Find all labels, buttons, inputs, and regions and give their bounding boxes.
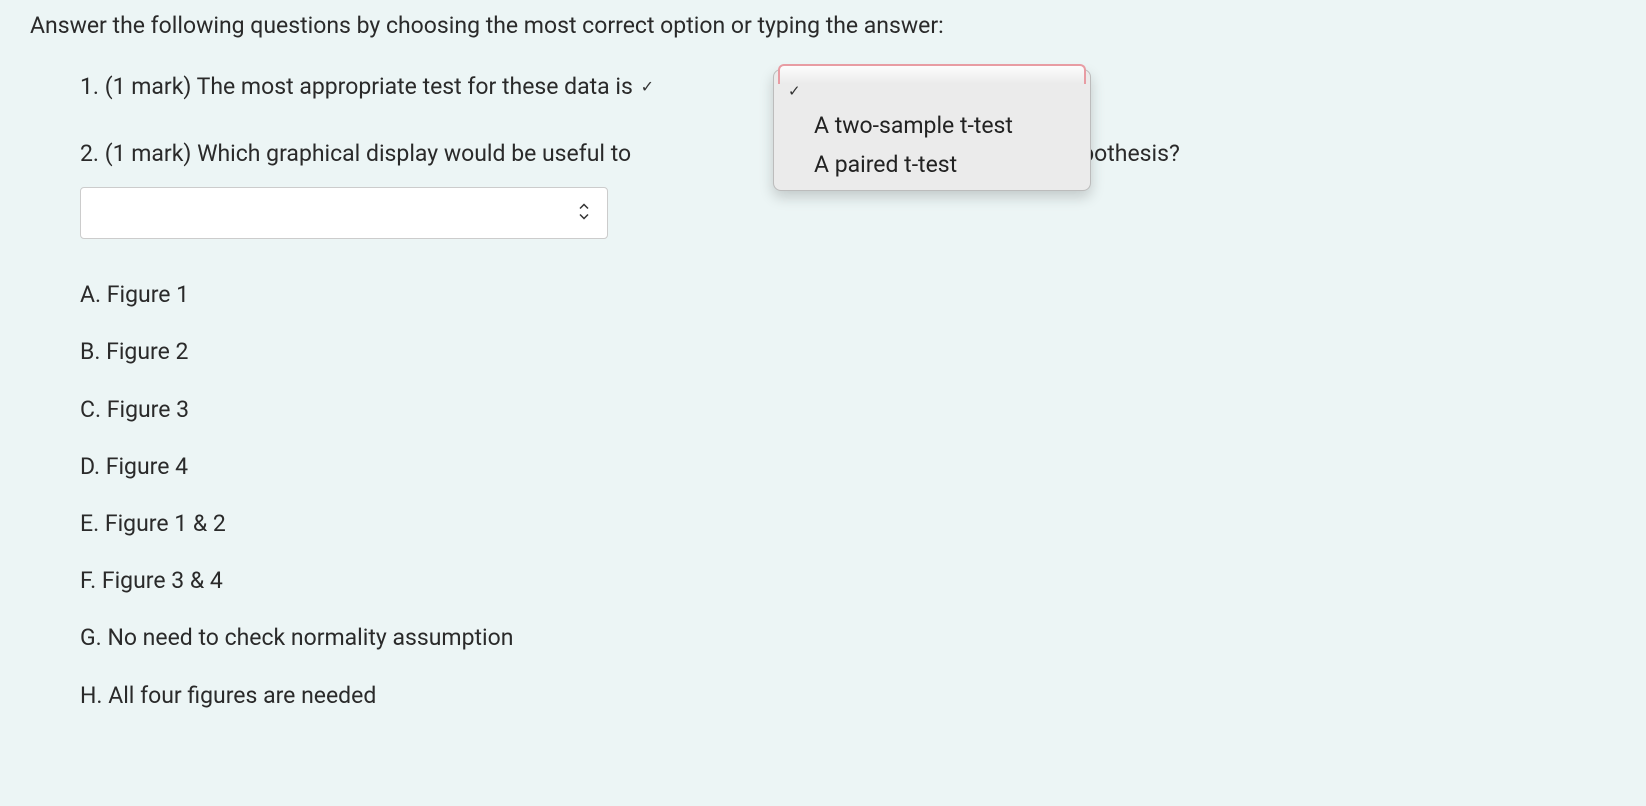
option-letter: A. [80,281,101,308]
option-letter: G. [80,624,102,651]
option-text: No need to check normality assumption [107,624,513,651]
option-letter: D. [80,453,100,480]
option-text: Figure 3 & 4 [102,567,223,594]
answer-options-list: A. Figure 1 B. Figure 2 C. Figure 3 D. F… [80,279,1616,712]
question-1-text: The most appropriate test for these data… [197,73,633,100]
option-d: D. Figure 4 [80,451,1616,483]
question-2-number: 2. [80,140,99,167]
question-1-marks: (1 mark) [105,73,192,100]
option-text: Figure 1 [107,281,189,308]
question-2-select[interactable] [80,187,608,239]
dropdown-option-blank[interactable] [774,74,1090,106]
option-text: Figure 3 [107,396,189,423]
option-letter: B. [80,338,100,365]
instructions-text: Answer the following questions by choosi… [30,10,1616,42]
option-text: Figure 2 [106,338,188,365]
question-1-number: 1. [80,73,99,100]
option-text: Figure 1 & 2 [105,510,226,537]
option-text: Figure 4 [106,453,188,480]
option-e: E. Figure 1 & 2 [80,508,1616,540]
dropdown-option-two-sample[interactable]: A two-sample t-test [774,106,1090,145]
option-letter: H. [80,682,102,709]
option-a: A. Figure 1 [80,279,1616,311]
option-letter: E. [80,510,99,537]
option-c: C. Figure 3 [80,394,1616,426]
option-f: F. Figure 3 & 4 [80,565,1616,597]
chevron-up-down-icon [579,204,589,223]
dropdown-option-paired[interactable]: A paired t-test [774,145,1090,184]
question-2-text-before: Which graphical display would be useful … [197,140,631,167]
option-h: H. All four figures are needed [80,680,1616,712]
check-icon: ✓ [641,77,654,96]
question-1-dropdown-menu[interactable]: A two-sample t-test A paired t-test [773,69,1091,191]
option-letter: C. [80,396,101,423]
option-b: B. Figure 2 [80,336,1616,368]
question-2-marks: (1 mark) [105,140,192,167]
option-letter: F. [80,567,96,594]
option-text: All four figures are needed [108,682,376,709]
option-g: G. No need to check normality assumption [80,622,1616,654]
